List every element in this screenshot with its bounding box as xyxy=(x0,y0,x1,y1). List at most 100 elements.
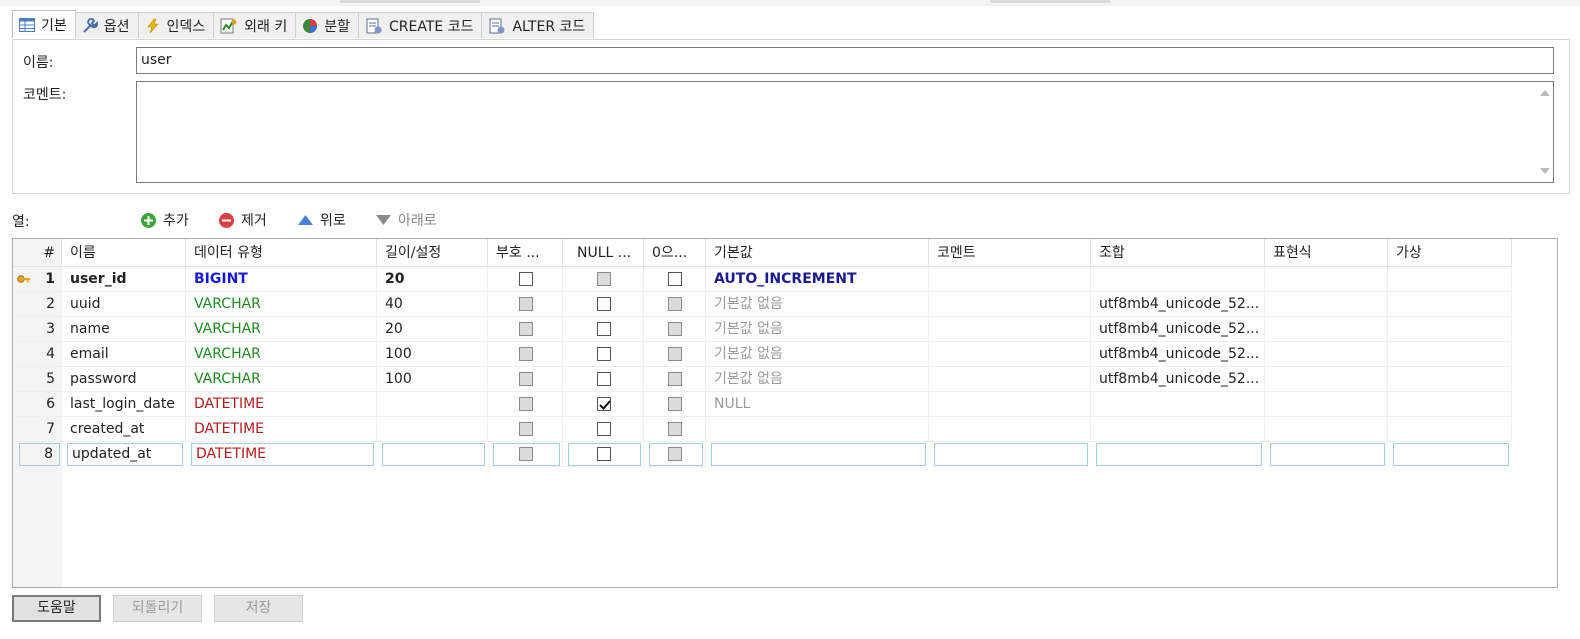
unsigned-checkbox[interactable] xyxy=(519,347,533,361)
nullable-checkbox[interactable] xyxy=(597,422,611,436)
cell-default[interactable]: 기본값 없음 xyxy=(706,317,929,342)
header-virtual[interactable]: 가상 xyxy=(1388,239,1512,267)
nullable-checkbox[interactable] xyxy=(597,322,611,336)
header-collation[interactable]: 조합 xyxy=(1091,239,1265,267)
cell-name[interactable]: updated_at xyxy=(67,443,183,466)
cell-virtual[interactable] xyxy=(1388,342,1512,367)
header-null[interactable]: NULL ... xyxy=(563,239,644,267)
unsigned-checkbox[interactable] xyxy=(519,297,533,311)
cell-length[interactable]: 100 xyxy=(377,367,488,392)
unsigned-checkbox[interactable] xyxy=(519,397,533,411)
scroll-down-icon[interactable] xyxy=(1540,168,1550,174)
table-comment-input[interactable] xyxy=(136,81,1554,183)
unsigned-checkbox[interactable] xyxy=(519,322,533,336)
cell-name[interactable]: email xyxy=(62,342,186,367)
nullable-checkbox[interactable] xyxy=(597,347,611,361)
cell-virtual[interactable] xyxy=(1388,417,1512,442)
help-button[interactable]: 도움말 xyxy=(12,595,101,622)
columns-grid[interactable]: # 이름 데이터 유형 길이/설정 부호 ... NULL ... 0으... … xyxy=(12,238,1558,588)
cell-type[interactable]: VARCHAR xyxy=(186,367,377,392)
tab-basic[interactable]: 기본 xyxy=(12,10,76,38)
cell-expression[interactable] xyxy=(1265,267,1388,292)
cell-name[interactable]: password xyxy=(62,367,186,392)
cell-default[interactable]: NULL xyxy=(706,392,929,417)
cell-name[interactable]: last_login_date xyxy=(62,392,186,417)
cell-virtual[interactable] xyxy=(1388,267,1512,292)
cell-type[interactable]: DATETIME xyxy=(186,392,377,417)
cell-expression[interactable] xyxy=(1265,417,1388,442)
cell-collation[interactable]: utf8mb4_unicode_52... xyxy=(1091,317,1265,342)
tab-alter-code[interactable]: ALTER 코드 xyxy=(481,12,595,38)
cell-type[interactable]: VARCHAR xyxy=(186,317,377,342)
header-zerofill[interactable]: 0으... xyxy=(644,239,706,267)
cell-name[interactable]: created_at xyxy=(62,417,186,442)
cell-expression[interactable] xyxy=(1270,443,1385,466)
cell-expression[interactable] xyxy=(1265,392,1388,417)
zerofill-checkbox[interactable] xyxy=(668,297,682,311)
cell-virtual[interactable] xyxy=(1388,317,1512,342)
nullable-checkbox[interactable] xyxy=(597,272,611,286)
cell-default[interactable] xyxy=(711,443,926,466)
cell-length[interactable]: 100 xyxy=(377,342,488,367)
header-length[interactable]: 길이/설정 xyxy=(377,239,488,267)
cell-length[interactable] xyxy=(377,392,488,417)
header-comment[interactable]: 코멘트 xyxy=(929,239,1091,267)
cell-length[interactable]: 20 xyxy=(377,267,488,292)
cell-collation[interactable] xyxy=(1091,267,1265,292)
zerofill-checkbox[interactable] xyxy=(668,322,682,336)
remove-column-button[interactable]: 제거 xyxy=(218,210,267,230)
cell-type[interactable]: BIGINT xyxy=(186,267,377,292)
zerofill-checkbox[interactable] xyxy=(668,347,682,361)
cell-name[interactable]: uuid xyxy=(62,292,186,317)
unsigned-checkbox[interactable] xyxy=(519,272,533,286)
cell-collation[interactable] xyxy=(1096,443,1262,466)
cell-default[interactable]: AUTO_INCREMENT xyxy=(706,267,929,292)
cell-expression[interactable] xyxy=(1265,342,1388,367)
cell-collation[interactable] xyxy=(1091,392,1265,417)
cell-default[interactable] xyxy=(706,417,929,442)
save-button[interactable]: 저장 xyxy=(214,595,303,622)
move-up-button[interactable]: 위로 xyxy=(297,210,346,230)
cell-default[interactable]: 기본값 없음 xyxy=(706,292,929,317)
cell-default[interactable]: 기본값 없음 xyxy=(706,367,929,392)
cell-name[interactable]: user_id xyxy=(62,267,186,292)
zerofill-checkbox[interactable] xyxy=(668,372,682,386)
zerofill-checkbox[interactable] xyxy=(668,422,682,436)
cell-type[interactable]: DATETIME xyxy=(191,443,374,466)
tab-indexes[interactable]: 인덱스 xyxy=(137,12,215,38)
cell-comment[interactable] xyxy=(929,317,1091,342)
cell-collation[interactable]: utf8mb4_unicode_52... xyxy=(1091,292,1265,317)
header-default[interactable]: 기본값 xyxy=(706,239,929,267)
cell-collation[interactable]: utf8mb4_unicode_52... xyxy=(1091,342,1265,367)
cell-comment[interactable] xyxy=(929,342,1091,367)
cell-comment[interactable] xyxy=(929,292,1091,317)
cell-type[interactable]: DATETIME xyxy=(186,417,377,442)
zerofill-checkbox[interactable] xyxy=(668,272,682,286)
cell-length[interactable]: 40 xyxy=(377,292,488,317)
cell-name[interactable]: name xyxy=(62,317,186,342)
cell-collation[interactable] xyxy=(1091,417,1265,442)
header-datatype[interactable]: 데이터 유형 xyxy=(186,239,377,267)
cell-type[interactable]: VARCHAR xyxy=(186,342,377,367)
cell-comment[interactable] xyxy=(934,443,1088,466)
nullable-checkbox[interactable] xyxy=(597,397,611,411)
unsigned-checkbox[interactable] xyxy=(519,422,533,436)
cell-type[interactable]: VARCHAR xyxy=(186,292,377,317)
cell-virtual[interactable] xyxy=(1393,443,1509,466)
cell-virtual[interactable] xyxy=(1388,367,1512,392)
header-name[interactable]: 이름 xyxy=(62,239,186,267)
cell-comment[interactable] xyxy=(929,267,1091,292)
nullable-checkbox[interactable] xyxy=(597,297,611,311)
unsigned-checkbox[interactable] xyxy=(519,372,533,386)
cell-expression[interactable] xyxy=(1265,292,1388,317)
header-number[interactable]: # xyxy=(13,239,62,267)
scroll-up-icon[interactable] xyxy=(1540,90,1550,96)
tab-foreign-keys[interactable]: 외래 키 xyxy=(213,12,297,38)
cell-expression[interactable] xyxy=(1265,317,1388,342)
revert-button[interactable]: 되돌리기 xyxy=(113,595,202,622)
tab-options[interactable]: 옵션 xyxy=(74,12,139,38)
zerofill-checkbox[interactable] xyxy=(668,397,682,411)
cell-length[interactable]: 20 xyxy=(377,317,488,342)
nullable-checkbox[interactable] xyxy=(597,372,611,386)
cell-expression[interactable] xyxy=(1265,367,1388,392)
